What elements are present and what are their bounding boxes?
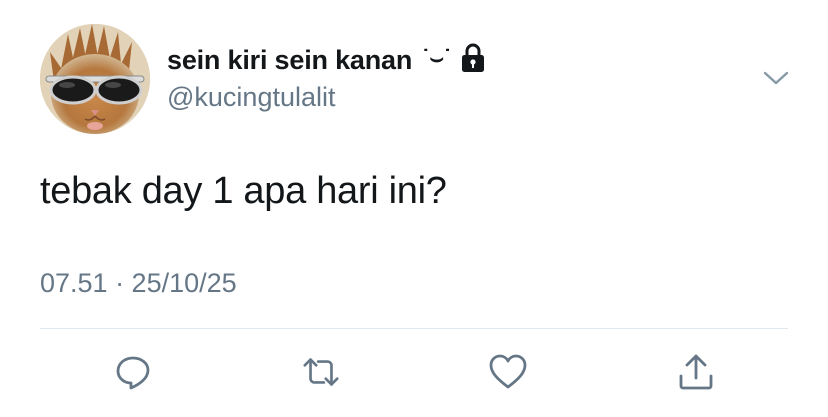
author-handle[interactable]: @kucingtulalit [167, 82, 336, 113]
tweet-text: tebak day 1 apa hari ini? [40, 170, 447, 212]
author-name-row: sein kiri sein kanan ˙⌣˙ [167, 40, 485, 80]
tweet-card: sein kiri sein kanan ˙⌣˙ @kucingtulalit … [0, 0, 828, 417]
like-button[interactable] [488, 352, 528, 392]
name-emoticon: ˙⌣˙ [422, 45, 452, 70]
display-name[interactable]: sein kiri sein kanan [167, 45, 412, 76]
share-button[interactable] [676, 352, 716, 392]
retweet-icon [303, 358, 339, 386]
reply-button[interactable] [113, 352, 153, 392]
lock-icon [462, 43, 485, 72]
share-icon [679, 354, 713, 390]
divider [40, 328, 788, 329]
chevron-down-icon[interactable] [762, 66, 790, 90]
tweet-timestamp[interactable]: 07.51 · 25/10/25 [40, 268, 237, 299]
reply-icon [116, 356, 150, 390]
heart-icon [489, 354, 527, 389]
cat-with-sunglasses-avatar-icon [40, 24, 150, 134]
avatar[interactable] [40, 24, 150, 134]
retweet-button[interactable] [301, 352, 341, 392]
